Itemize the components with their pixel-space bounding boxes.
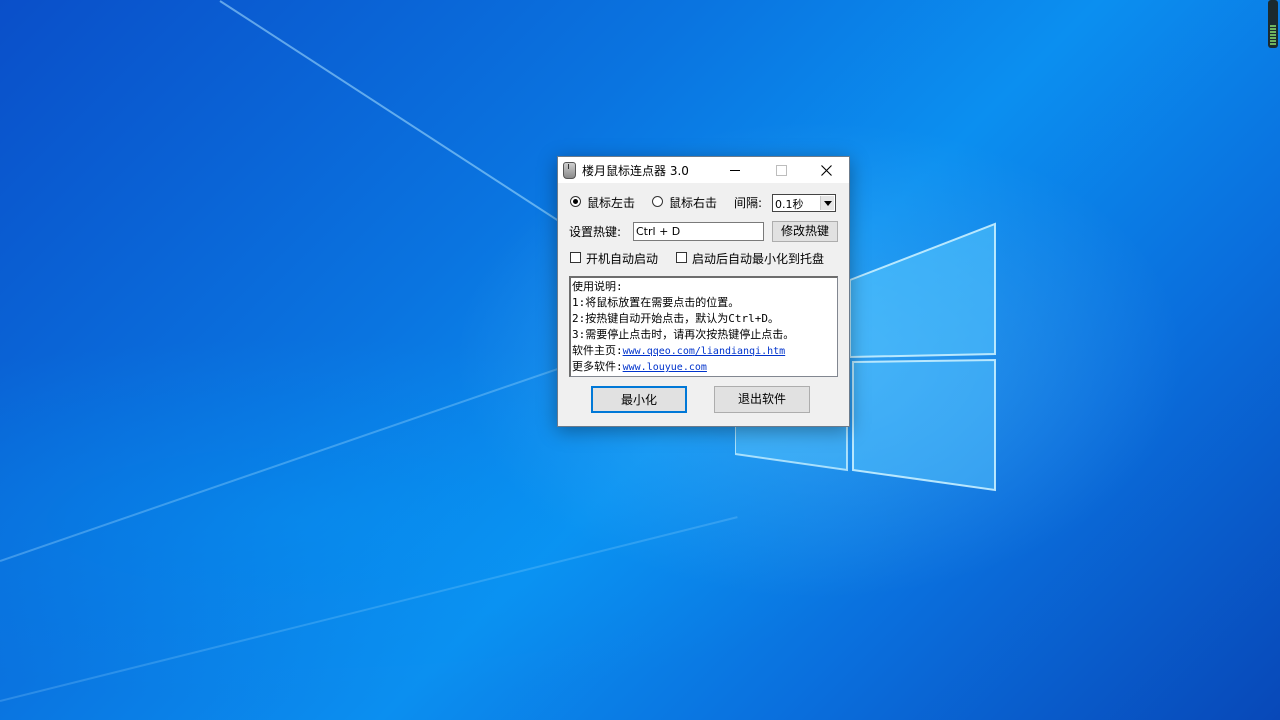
autostart-checkbox[interactable] [570,252,581,263]
hotkey-input[interactable]: Ctrl + D [633,222,764,241]
hotkey-label: 设置热键: [569,225,622,239]
more-software-link[interactable]: www.louyue.com [623,362,707,373]
interval-label: 间隔: [734,196,763,210]
maximize-icon [775,165,787,176]
more-software-label: 更多软件: [572,360,623,373]
app-mouse-icon [563,162,576,179]
close-icon [820,165,832,176]
instructions-box[interactable]: 使用说明: 1:将鼠标放置在需要点击的位置。 2:按热键自动开始点击，默认为Ct… [569,276,838,377]
minimize-tray-label[interactable]: 启动后自动最小化到托盘 [692,250,824,267]
interval-value: 0.1秒 [775,198,804,211]
instructions-line: 使用说明: [572,280,623,293]
minimize-window-button[interactable] [712,157,758,183]
title-bar[interactable]: 楼月鼠标连点器 3.0 [558,157,849,183]
interval-select[interactable]: 0.1秒 [772,194,836,212]
autostart-label[interactable]: 开机自动启动 [586,250,658,267]
minimize-button[interactable]: 最小化 [591,386,687,413]
homepage-link[interactable]: www.qqeo.com/liandianqi.htm [623,346,786,357]
homepage-line: 软件主页:www.qqeo.com/liandianqi.htm [572,343,836,359]
instructions-line: 1:将鼠标放置在需要点击的位置。 [572,296,740,309]
maximize-window-button [758,157,804,183]
change-hotkey-button[interactable]: 修改热键 [772,221,838,242]
more-software-line: 更多软件:www.louyue.com [572,359,836,375]
minimize-icon [730,170,740,171]
close-window-button[interactable] [803,157,849,183]
radio-left-click-label[interactable]: 鼠标左击 [587,194,635,211]
radio-right-click[interactable] [652,196,663,207]
radio-left-click[interactable] [570,196,581,207]
scroll-grip[interactable] [1270,25,1276,45]
exit-button[interactable]: 退出软件 [714,386,810,413]
instructions-line: 3:需要停止点击时，请再次按热键停止点击。 [572,328,795,341]
clicker-window: 楼月鼠标连点器 3.0 鼠标左击 鼠标右击 间隔: 0.1秒 设置热键: Ctr… [557,156,850,427]
window-title: 楼月鼠标连点器 3.0 [582,164,689,178]
dropdown-arrow-icon[interactable] [820,196,834,210]
instructions-line: 2:按热键自动开始点击，默认为Ctrl+D。 [572,312,779,325]
radio-right-click-label[interactable]: 鼠标右击 [669,194,717,211]
homepage-label: 软件主页: [572,344,623,357]
minimize-tray-checkbox[interactable] [676,252,687,263]
edge-scroll-indicator[interactable] [1268,0,1278,48]
